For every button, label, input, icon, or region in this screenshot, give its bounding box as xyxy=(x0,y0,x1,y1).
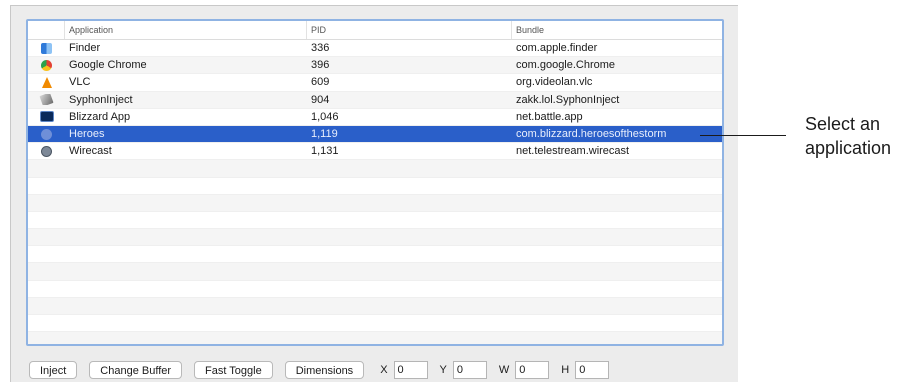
table-row[interactable]: Wirecast 1,131 net.telestream.wirecast xyxy=(28,143,722,161)
column-header-pid[interactable]: PID xyxy=(307,21,512,39)
empty-row xyxy=(28,212,722,230)
h-field[interactable]: 0 xyxy=(575,361,610,379)
callout-pointer-line xyxy=(700,135,786,136)
bundle-id: com.google.Chrome xyxy=(516,59,616,72)
empty-row xyxy=(28,194,722,212)
fast-toggle-button[interactable]: Fast Toggle xyxy=(194,361,273,379)
pid-value: 336 xyxy=(311,42,330,55)
pid-value: 396 xyxy=(311,59,330,72)
application-name: Finder xyxy=(69,42,101,55)
bundle-id: net.telestream.wirecast xyxy=(516,145,630,158)
application-name: Blizzard App xyxy=(69,110,131,123)
empty-row xyxy=(28,332,722,344)
bundle-id: com.apple.finder xyxy=(516,42,598,55)
wirecast-icon xyxy=(41,145,52,157)
h-label: H xyxy=(561,364,570,376)
callout-line-2: application xyxy=(805,138,892,158)
table-header: Application PID Bundle xyxy=(28,21,722,40)
application-name: Google Chrome xyxy=(69,59,147,72)
column-header-bundle[interactable]: Bundle xyxy=(512,21,722,39)
application-name: VLC xyxy=(69,76,91,89)
callout-line-1: Select an xyxy=(805,114,881,134)
pid-value: 1,131 xyxy=(311,145,339,158)
icon-column-header xyxy=(28,21,65,39)
application-name: SyphonInject xyxy=(69,93,133,106)
dimensions-button[interactable]: Dimensions xyxy=(284,361,365,379)
empty-row xyxy=(28,281,722,298)
empty-row xyxy=(28,246,722,264)
empty-row xyxy=(28,297,722,315)
empty-row xyxy=(28,315,722,333)
y-label: Y xyxy=(439,364,447,376)
empty-row xyxy=(28,263,722,281)
w-label: W xyxy=(498,364,510,376)
change-buffer-button[interactable]: Change Buffer xyxy=(89,361,183,379)
pid-value: 1,046 xyxy=(311,110,339,123)
vlc-icon xyxy=(41,76,52,88)
w-field[interactable]: 0 xyxy=(515,361,550,379)
application-name: Heroes xyxy=(69,128,105,141)
table-row[interactable]: Google Chrome 396 com.google.Chrome xyxy=(28,57,722,75)
table-row[interactable]: Blizzard App 1,046 net.battle.app xyxy=(28,109,722,126)
table-row-selected[interactable]: Heroes 1,119 com.blizzard.heroesofthesto… xyxy=(28,125,722,144)
bundle-id: com.blizzard.heroesofthestorm xyxy=(516,128,667,141)
empty-row xyxy=(28,178,722,195)
table-body: Finder 336 com.apple.finder Google Chrom… xyxy=(28,40,722,344)
syphon-inject-icon xyxy=(39,94,54,106)
table-row[interactable]: SyphonInject 904 zakk.lol.SyphonInject xyxy=(28,91,722,109)
bundle-id: zakk.lol.SyphonInject xyxy=(516,93,620,106)
bundle-id: org.videolan.vlc xyxy=(516,76,593,89)
application-name: Wirecast xyxy=(69,145,112,158)
toolbar: Inject Change Buffer Fast Toggle Dimensi… xyxy=(29,359,617,381)
pid-value: 904 xyxy=(311,93,330,106)
table-row[interactable]: Finder 336 com.apple.finder xyxy=(28,40,722,58)
table-row[interactable]: VLC 609 org.videolan.vlc xyxy=(28,74,722,92)
blizzard-app-icon xyxy=(39,111,54,123)
chrome-icon xyxy=(41,59,52,71)
column-header-application[interactable]: Application xyxy=(65,21,307,39)
bundle-id: net.battle.app xyxy=(516,110,583,123)
pid-value: 1,119 xyxy=(311,128,338,141)
heroes-icon xyxy=(41,128,52,140)
pid-value: 609 xyxy=(311,76,330,89)
x-label: X xyxy=(380,364,388,376)
callout-annotation: Select an application xyxy=(805,112,891,160)
inject-button[interactable]: Inject xyxy=(29,361,78,379)
empty-row xyxy=(28,160,722,178)
app-window: Application PID Bundle Finder 336 com.ap… xyxy=(10,5,738,382)
finder-icon xyxy=(41,42,52,54)
empty-row xyxy=(28,229,722,247)
y-field[interactable]: 0 xyxy=(452,361,487,379)
x-field[interactable]: 0 xyxy=(393,361,428,379)
application-table[interactable]: Application PID Bundle Finder 336 com.ap… xyxy=(26,19,724,346)
